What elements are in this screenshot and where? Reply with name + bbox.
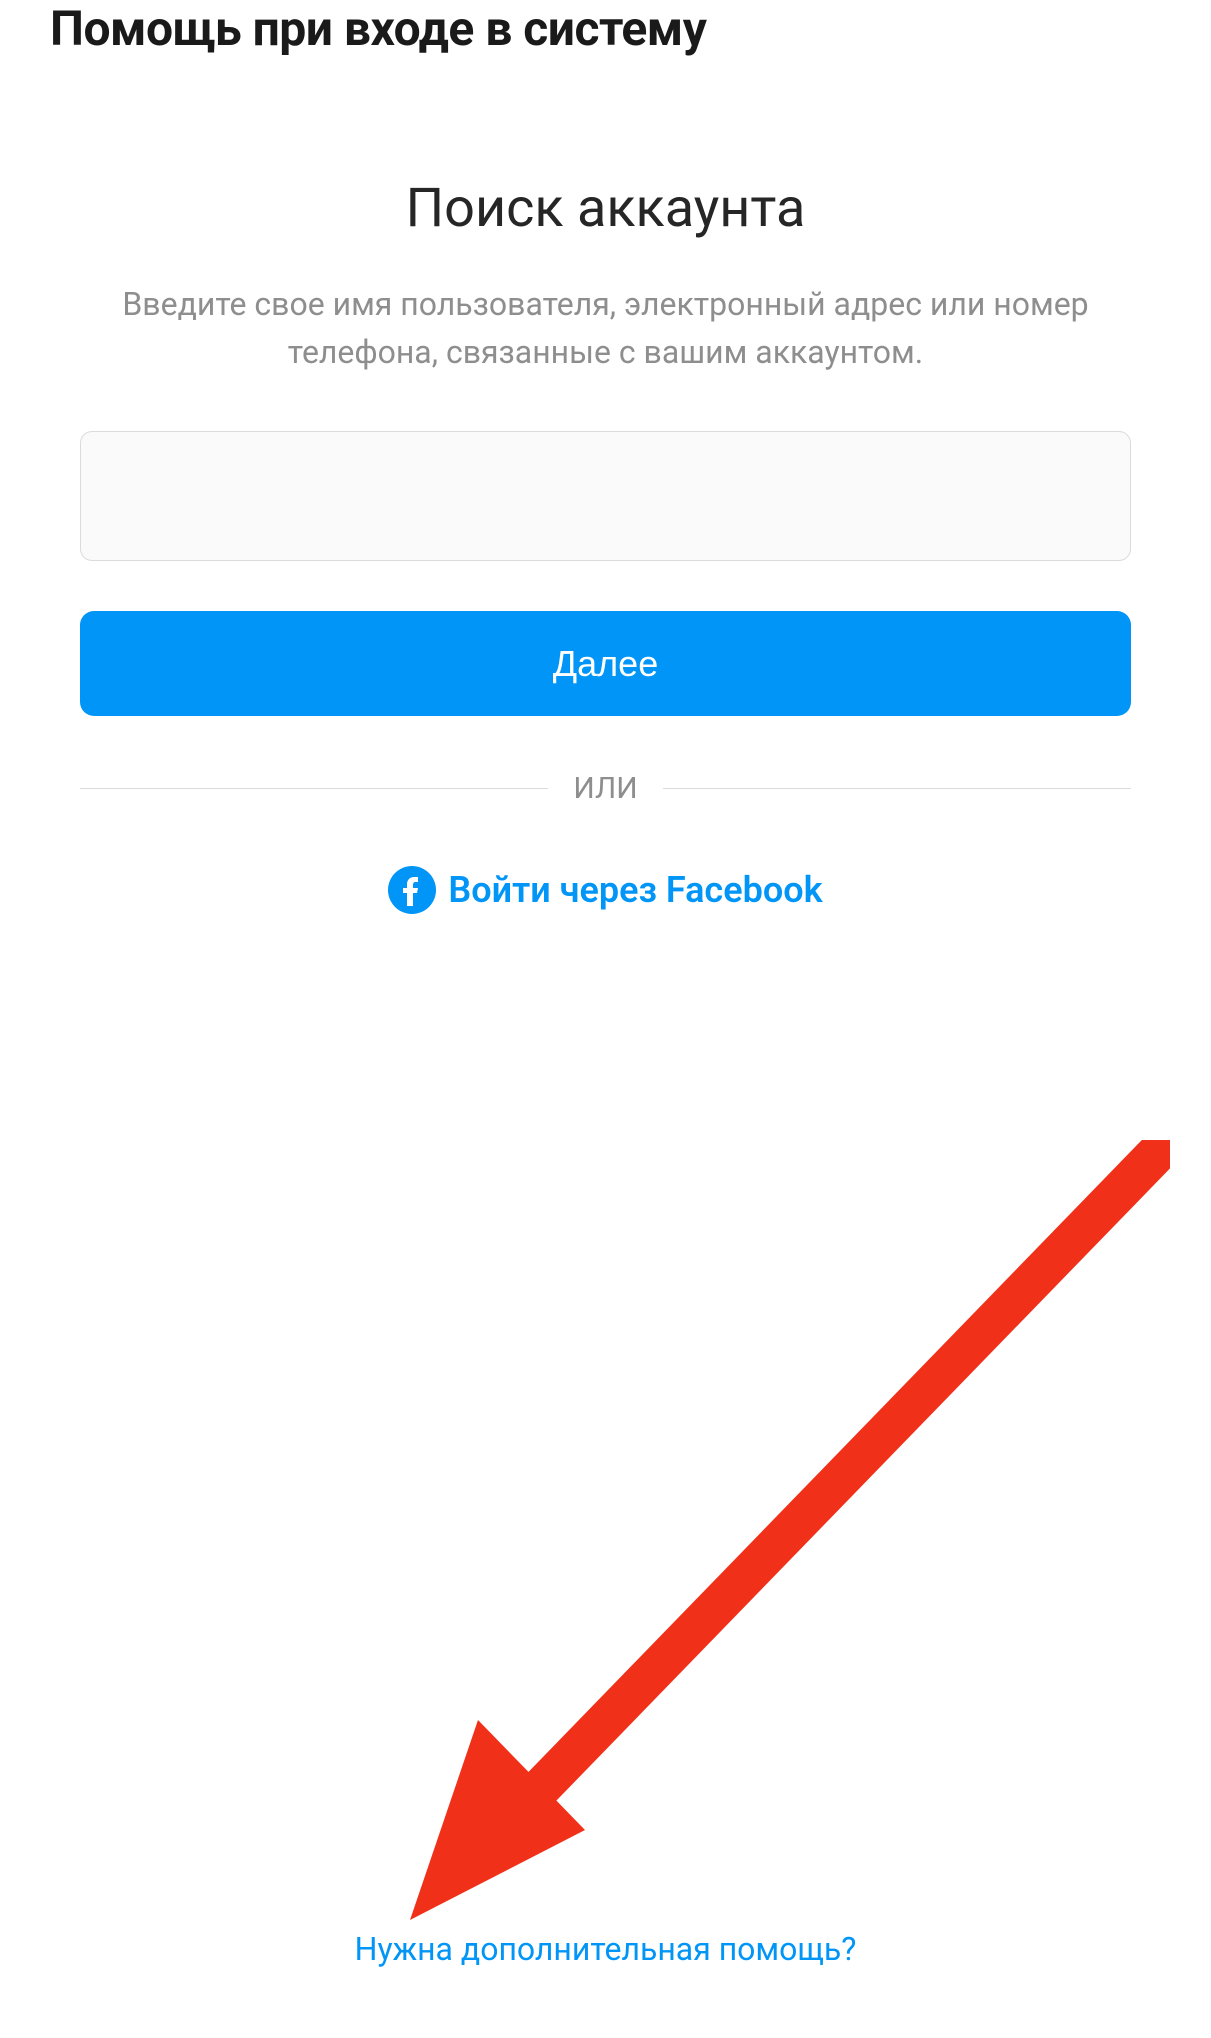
divider-line-left xyxy=(80,788,548,789)
main-title: Поиск аккаунта xyxy=(406,177,806,240)
divider-line-right xyxy=(663,788,1131,789)
facebook-icon xyxy=(388,866,436,914)
page-title: Помощь при входе в систему xyxy=(50,0,1161,57)
facebook-login-button[interactable]: Войти через Facebook xyxy=(388,866,822,914)
divider: или xyxy=(80,771,1131,806)
facebook-login-label: Войти через Facebook xyxy=(448,869,822,911)
arrow-annotation xyxy=(370,1140,1170,1940)
main-content: Поиск аккаунта Введите свое имя пользова… xyxy=(0,177,1211,914)
account-search-input[interactable] xyxy=(80,431,1131,561)
divider-text: или xyxy=(548,771,662,806)
additional-help-link[interactable]: Нужна дополнительная помощь? xyxy=(355,1930,857,1968)
header: Помощь при входе в систему xyxy=(0,0,1211,57)
next-button[interactable]: Далее xyxy=(80,611,1131,716)
subtitle: Введите свое имя пользователя, электронн… xyxy=(106,280,1106,376)
